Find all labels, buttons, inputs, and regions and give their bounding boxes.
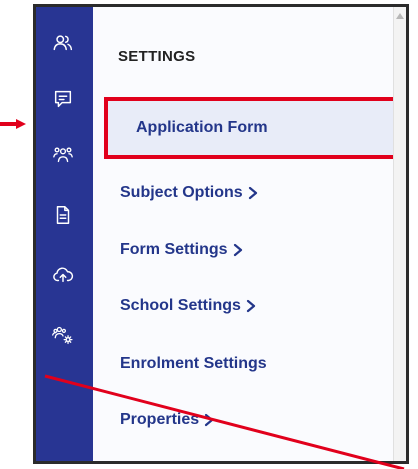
chevron-right-icon bbox=[205, 413, 214, 427]
settings-panel: SETTINGS Application Form Subject Option… bbox=[93, 7, 406, 461]
document-icon[interactable] bbox=[45, 199, 81, 231]
chevron-right-icon bbox=[248, 186, 257, 200]
menu-item-subject-options[interactable]: Subject Options bbox=[120, 184, 259, 202]
cloud-upload-icon[interactable] bbox=[45, 259, 81, 291]
chat-icon[interactable] bbox=[45, 83, 81, 115]
menu-item-label: Enrolment Settings bbox=[120, 355, 267, 372]
menu-item-properties[interactable]: Properties bbox=[120, 411, 215, 429]
menu-item-label: Form Settings bbox=[120, 241, 228, 258]
menu-item-label: School Settings bbox=[120, 297, 241, 314]
menu-item-label: Properties bbox=[120, 411, 200, 428]
menu-item-label: Subject Options bbox=[120, 184, 243, 201]
app-window: SETTINGS Application Form Subject Option… bbox=[33, 4, 409, 464]
chevron-right-icon bbox=[233, 243, 242, 257]
icon-sidebar bbox=[36, 7, 93, 461]
menu-item-application-form[interactable]: Application Form bbox=[104, 97, 404, 159]
menu-item-form-settings[interactable]: Form Settings bbox=[120, 241, 244, 259]
group-icon[interactable] bbox=[45, 139, 81, 171]
users-icon[interactable] bbox=[45, 27, 81, 59]
menu-item-school-settings[interactable]: School Settings bbox=[120, 297, 257, 315]
group-settings-icon[interactable] bbox=[45, 319, 81, 351]
scrollbar[interactable] bbox=[393, 7, 406, 461]
chevron-right-icon bbox=[246, 299, 256, 313]
settings-title: SETTINGS bbox=[118, 48, 196, 65]
scroll-up-icon[interactable] bbox=[396, 13, 404, 19]
menu-item-enrolment-settings[interactable]: Enrolment Settings bbox=[120, 355, 267, 373]
menu-item-label: Application Form bbox=[136, 119, 268, 136]
